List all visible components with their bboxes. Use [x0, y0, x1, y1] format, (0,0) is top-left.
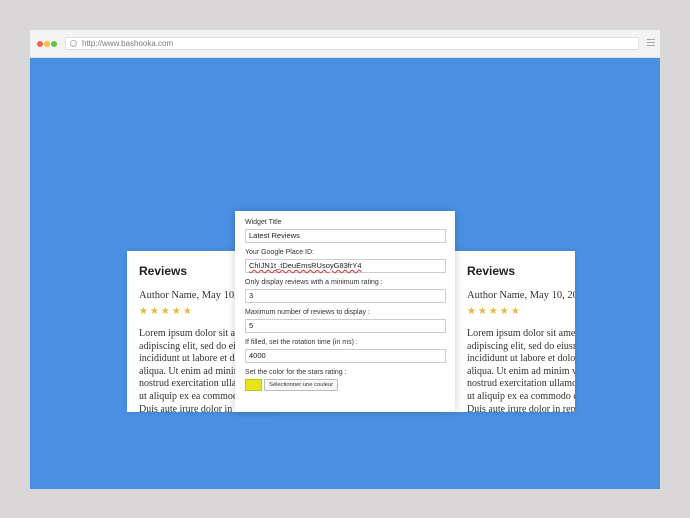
min-rating-label: Only display reviews with a minimum rati… [245, 279, 383, 286]
min-rating-input[interactable]: 3 [245, 289, 446, 303]
address-bar[interactable]: http://www.bashooka.com [65, 37, 639, 50]
review-line: Lorem ipsum dolor sit amet, consectetur [467, 328, 575, 339]
review-line: incididunt ut labore et dolore magna [467, 353, 575, 365]
widget-settings-form: Widget Title Latest Reviews Your Google … [235, 211, 455, 412]
refresh-icon[interactable] [70, 40, 77, 47]
browser-toolbar: http://www.bashooka.com [30, 30, 660, 58]
select-color-button[interactable]: Sélectionner une couleur [264, 379, 339, 391]
max-reviews-label: Maximum number of reviews to display : [245, 309, 370, 316]
max-reviews-input[interactable]: 5 [245, 319, 446, 333]
widget-title-label: Widget Title [245, 219, 282, 226]
rotation-time-label: If filled, set the rotation time (in ms)… [245, 339, 358, 346]
color-swatch[interactable] [245, 379, 262, 391]
review-body: Lorem ipsum dolor sit amet, consectetur … [467, 328, 575, 412]
review-line: adipiscing elit, sed do eiusmod tempor [467, 340, 575, 352]
close-window-icon[interactable] [37, 41, 43, 47]
review-line: nostrud exercitation ullamco laboris nis… [467, 378, 575, 390]
page-viewport: Reviews Author Name, May 10, 2015 ★★★★★ … [30, 58, 660, 489]
review-line: aliqua. Ut enim ad minim veniam, quis [467, 365, 575, 377]
review-line: ut aliquip ex ea commodo consequat. [467, 390, 575, 402]
review-author: Author Name, May 10, 2015 [467, 290, 575, 301]
place-id-input[interactable]: ChIJN1t_tDeuEmsRUsoyG83frY4 [245, 259, 446, 273]
star-rating-icon: ★★★★★ [467, 306, 522, 317]
minimize-window-icon[interactable] [44, 41, 50, 47]
widget-title-input[interactable]: Latest Reviews [245, 229, 446, 243]
browser-window: http://www.bashooka.com Reviews Author N… [30, 30, 660, 489]
menu-icon[interactable] [647, 39, 655, 48]
place-id-label: Your Google Place ID: [245, 249, 315, 256]
maximize-window-icon[interactable] [51, 41, 57, 47]
review-card-right: Reviews Author Name, May 10, 2015 ★★★★★ … [455, 251, 575, 412]
address-url: http://www.bashooka.com [82, 39, 174, 48]
rotation-time-input[interactable]: 4000 [245, 349, 446, 363]
card-title: Reviews [467, 264, 516, 278]
star-color-label: Set the color for the stars rating : [245, 369, 347, 376]
review-line: Duis aute irure dolor in reprehenderit [467, 403, 575, 412]
